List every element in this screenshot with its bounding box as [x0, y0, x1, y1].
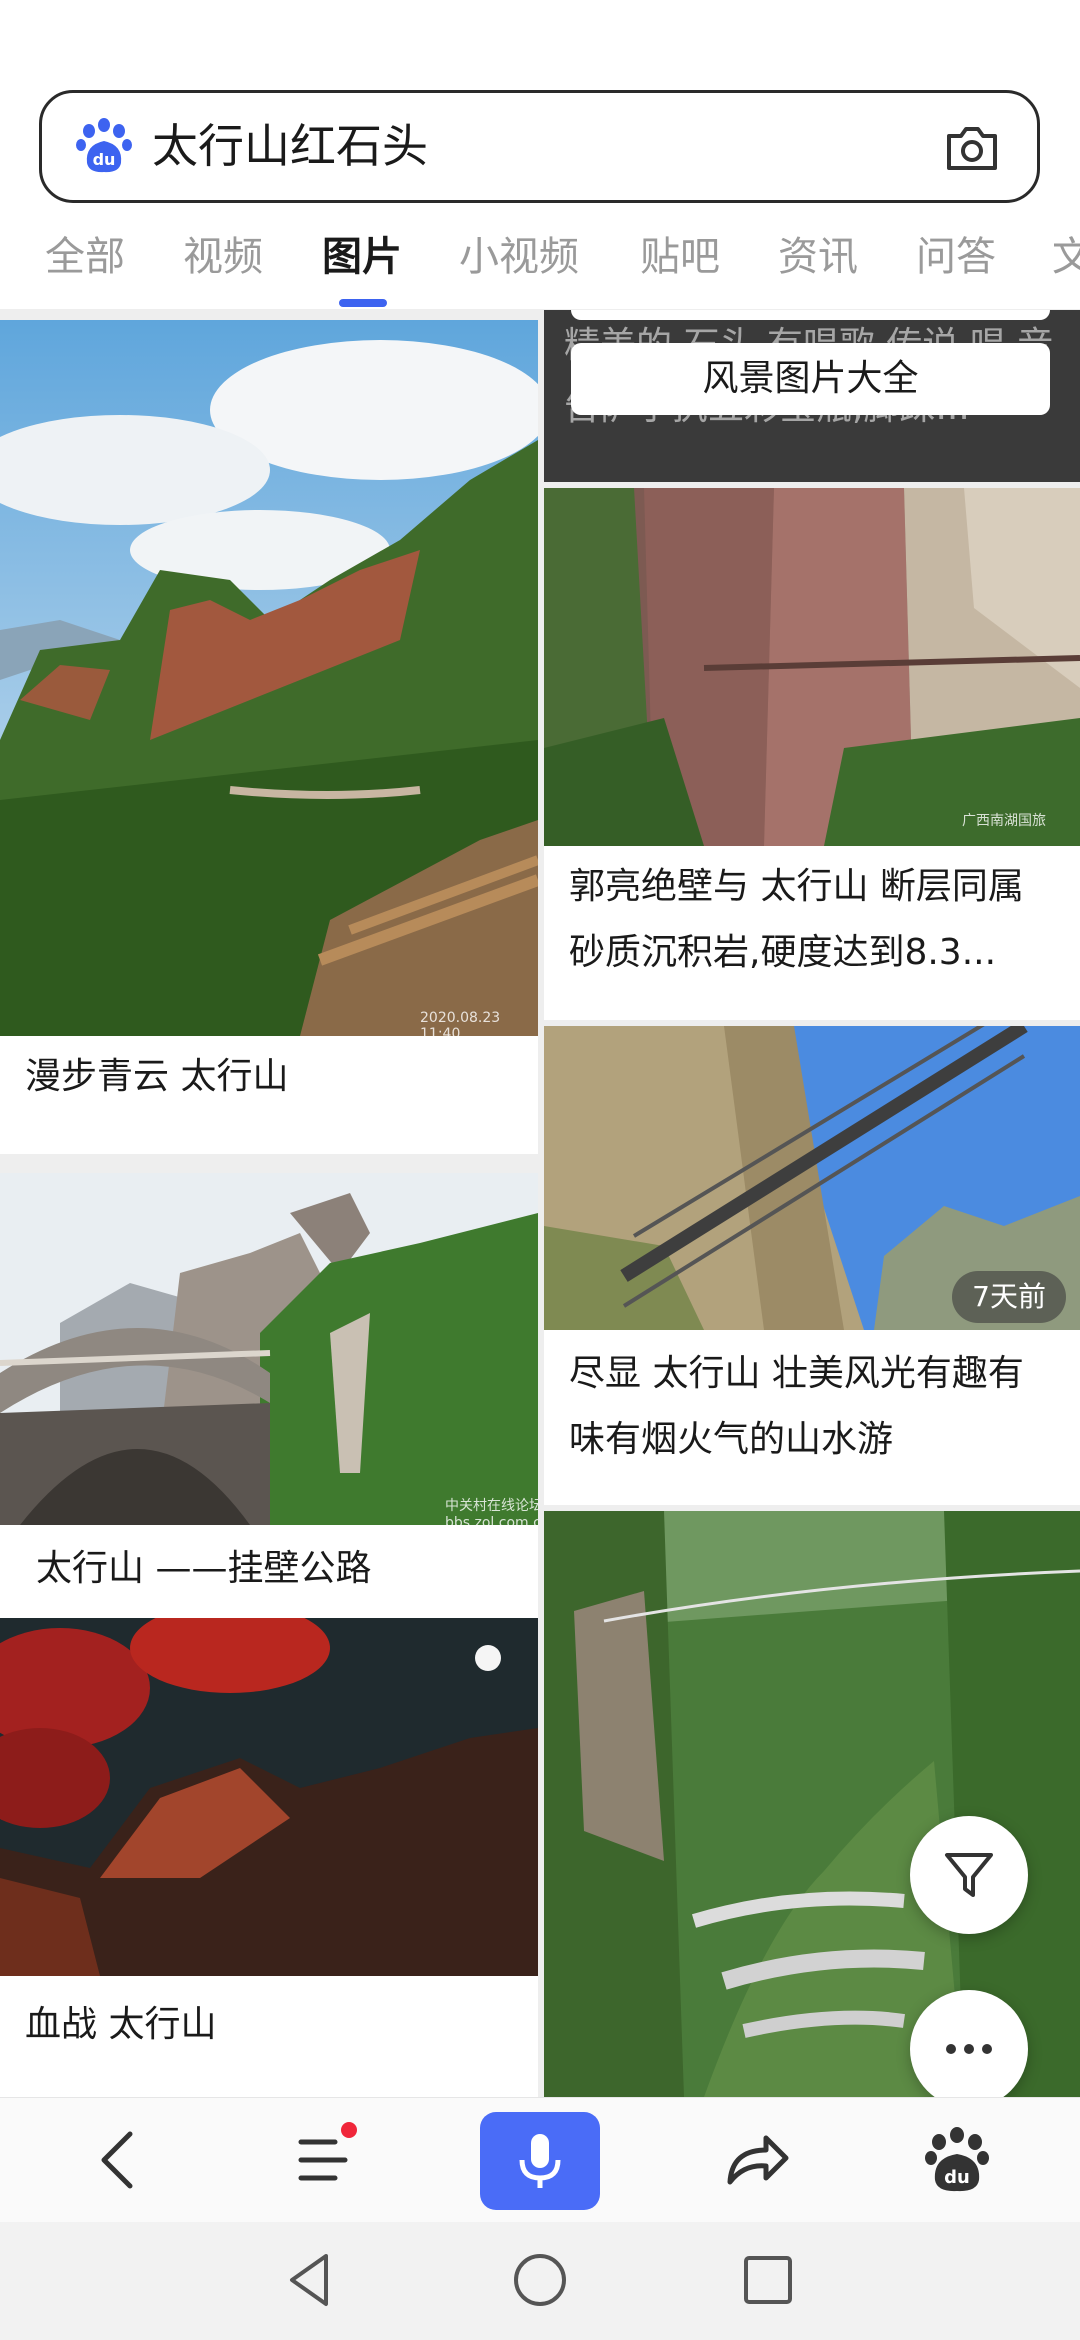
time-badge: 7天前 — [952, 1271, 1066, 1323]
image-watermark: 2020.08.23 11:40 — [420, 1010, 501, 1042]
nav-recents-square-icon[interactable] — [738, 2250, 798, 2310]
tab-video[interactable]: 视频 — [183, 230, 263, 284]
back-chevron-icon[interactable] — [80, 2120, 160, 2200]
result-image[interactable] — [0, 1618, 538, 1976]
image-watermark: 中关村在线论坛 bbs.zol.com.cn — [445, 1498, 538, 1531]
search-bar[interactable]: du 太行山红石头 — [39, 90, 1040, 203]
more-dots-icon — [946, 2044, 992, 2054]
nav-back-triangle-icon[interactable] — [280, 2250, 340, 2310]
result-caption: 漫步青云 太行山 — [25, 1056, 289, 1097]
tab-more[interactable]: 文 — [1052, 230, 1080, 284]
search-tabs: 全部 视频 图片 小视频 贴吧 资讯 问答 文 — [0, 222, 1080, 310]
result-caption: 太行山 ——挂壁公路 — [36, 1548, 372, 1589]
more-button[interactable] — [910, 1990, 1028, 2097]
baidu-paw-logo: du — [76, 118, 132, 173]
result-card[interactable]: 精美的 石头 有唱歌 传说 唱 音告萨宁执五彩宝瓶,脚踩... 风景图片大全 — [544, 310, 1080, 482]
bottom-toolbar: du — [0, 2097, 1080, 2222]
camera-icon[interactable] — [943, 118, 1001, 176]
result-caption: 血战 太行山 — [25, 2004, 217, 2045]
menu-button[interactable] — [283, 2120, 363, 2200]
filter-button[interactable] — [910, 1816, 1028, 1934]
result-caption: 郭亮绝壁与 太行山 断层同属砂质沉积岩,硬度达到8.3... — [569, 866, 1024, 973]
result-card[interactable]: 广西南湖国旅 郭亮绝壁与 太行山 断层同属砂质沉积岩,硬度达到8.3... — [544, 488, 1080, 1020]
result-image[interactable] — [0, 320, 538, 1036]
tab-short-video[interactable]: 小视频 — [459, 230, 579, 284]
svg-text:du: du — [93, 150, 116, 169]
system-nav-bar — [0, 2222, 1080, 2340]
result-image[interactable] — [544, 488, 1080, 846]
result-image[interactable] — [0, 1173, 538, 1525]
microphone-icon — [519, 2134, 561, 2188]
result-card[interactable]: 7天前 尽显 太行山 壮美风光有趣有味有烟火气的山水游 — [544, 1026, 1080, 1505]
voice-search-button[interactable] — [480, 2112, 600, 2210]
tab-tieba[interactable]: 贴吧 — [640, 230, 720, 284]
nav-home-circle-icon[interactable] — [510, 2250, 570, 2310]
tab-all[interactable]: 全部 — [45, 230, 125, 284]
baidu-paw-icon[interactable]: du — [917, 2120, 997, 2200]
tab-images[interactable]: 图片 — [322, 230, 402, 284]
filter-funnel-icon — [945, 1853, 993, 1897]
result-caption: 尽显 太行山 壮美风光有趣有味有烟火气的山水游 — [569, 1353, 1024, 1460]
tab-news[interactable]: 资讯 — [778, 230, 858, 284]
svg-text:du: du — [944, 2167, 970, 2188]
tab-qa[interactable]: 问答 — [916, 230, 996, 284]
active-tab-indicator — [339, 299, 387, 307]
result-card[interactable]: 中关村在线论坛 bbs.zol.com.cn 太行山 ——挂壁公路 — [0, 1173, 538, 1618]
share-arrow-icon[interactable] — [716, 2120, 796, 2200]
search-query-input[interactable]: 太行山红石头 — [152, 117, 428, 175]
image-watermark: 广西南湖国旅 — [962, 813, 1046, 829]
notification-dot — [341, 2122, 357, 2138]
image-results-grid: 2020.08.23 11:40 漫步青云 太行山 中关村在线论坛 bbs.zo… — [0, 310, 1080, 2097]
result-card[interactable]: 血战 太行山 — [0, 1618, 538, 2097]
scenery-gallery-button[interactable]: 风景图片大全 — [571, 343, 1050, 415]
result-card[interactable]: 2020.08.23 11:40 漫步青云 太行山 — [0, 320, 538, 1154]
